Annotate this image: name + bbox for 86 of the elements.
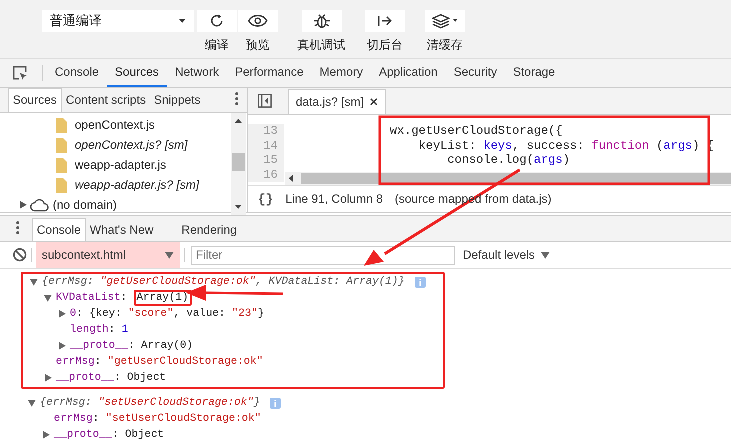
toolbar-label: 清缓存 bbox=[427, 37, 463, 54]
compile-mode-select[interactable]: 普通编译 bbox=[42, 10, 194, 32]
log-text: __proto__: Object bbox=[56, 372, 166, 384]
sidebar-toggle-icon[interactable] bbox=[258, 94, 272, 108]
expand-arrow-icon[interactable] bbox=[20, 201, 27, 209]
devtools-tab[interactable]: Application bbox=[371, 59, 446, 87]
log-text: 0: {key: "score", value: "23"} bbox=[70, 308, 264, 320]
inspect-element-icon[interactable] bbox=[13, 66, 28, 81]
expand-arrow-icon[interactable] bbox=[44, 294, 52, 302]
scroll-down-icon[interactable] bbox=[235, 205, 242, 209]
log-text: errMsg: "setUserCloudStorage:ok" bbox=[54, 413, 262, 425]
log-text: {errMsg: "getUserCloudStorage:ok", KVDataList: Array(1)} bbox=[42, 276, 405, 288]
line-number: 14 bbox=[248, 138, 284, 153]
file-name[interactable]: openContext.js bbox=[75, 118, 156, 132]
toolbar-label: 真机调试 bbox=[298, 37, 346, 54]
log-levels-select[interactable]: Default levels bbox=[463, 248, 550, 262]
file-icon bbox=[56, 138, 67, 152]
file-name[interactable]: weapp-adapter.js? [sm] bbox=[75, 178, 200, 192]
preview-button[interactable] bbox=[238, 10, 278, 32]
code-line: wx.getUserCloudStorage({ bbox=[389, 124, 563, 138]
eye-icon bbox=[248, 14, 268, 28]
drawer-tab[interactable]: Console bbox=[32, 218, 86, 241]
info-icon bbox=[414, 276, 426, 288]
navigator-tab[interactable]: Sources bbox=[8, 88, 62, 112]
toolbar-label: 预览 bbox=[246, 37, 270, 54]
clear-cache-button[interactable] bbox=[425, 10, 465, 32]
log-text: errMsg: "getUserCloudStorage:ok" bbox=[56, 356, 264, 368]
line-number: 15 bbox=[248, 153, 284, 168]
more-options-icon[interactable] bbox=[235, 92, 239, 106]
toolbar-label: 编译 bbox=[205, 37, 229, 54]
navigator-tab[interactable]: Snippets bbox=[150, 89, 205, 112]
refresh-button[interactable] bbox=[197, 10, 237, 32]
scrollbar[interactable] bbox=[231, 113, 246, 215]
pretty-print-button[interactable]: {} bbox=[258, 192, 274, 206]
drawer-tab[interactable]: Rendering bbox=[178, 219, 242, 241]
more-options-icon[interactable] bbox=[16, 221, 20, 235]
log-text: {errMsg: "setUserCloudStorage:ok"} bbox=[40, 397, 260, 409]
devtools-tab[interactable]: Memory bbox=[312, 59, 372, 87]
debug-button[interactable] bbox=[302, 10, 342, 32]
file-name[interactable]: weapp-adapter.js bbox=[75, 158, 166, 172]
navigator-tab[interactable]: Content scripts bbox=[62, 89, 150, 112]
domain-name[interactable]: (no domain) bbox=[53, 198, 118, 212]
file-icon bbox=[56, 118, 67, 132]
expand-arrow-icon[interactable] bbox=[58, 342, 66, 350]
file-icon bbox=[56, 178, 67, 192]
info-icon bbox=[270, 398, 282, 408]
line-number: 13 bbox=[248, 124, 284, 138]
filter-field[interactable]: Filter bbox=[191, 246, 455, 264]
scroll-left-icon[interactable] bbox=[289, 175, 293, 182]
refresh-icon bbox=[209, 13, 225, 29]
devtools-tab[interactable]: Performance bbox=[227, 59, 312, 87]
log-text: __proto__: Object bbox=[54, 429, 164, 441]
expand-arrow-icon[interactable] bbox=[30, 278, 38, 286]
scrollbar-thumb[interactable] bbox=[232, 153, 245, 171]
devtools-tab[interactable]: Console bbox=[47, 59, 108, 87]
context-select[interactable]: subcontext.html bbox=[36, 242, 180, 268]
line-number: 16 bbox=[248, 168, 284, 182]
log-text: KVDataList: bbox=[56, 292, 128, 304]
background-button[interactable] bbox=[365, 10, 405, 32]
layers-icon bbox=[432, 13, 458, 29]
scroll-up-icon[interactable] bbox=[235, 119, 242, 123]
file-name[interactable]: openContext.js? [sm] bbox=[75, 138, 188, 152]
devtools-tab[interactable]: Storage bbox=[505, 59, 564, 87]
caret-icon bbox=[541, 252, 550, 258]
cursor-position: Line 91, Column 8 bbox=[286, 192, 384, 206]
bug-icon bbox=[312, 12, 330, 30]
devtools-tab[interactable]: Security bbox=[446, 59, 506, 87]
devtools-tab[interactable]: Network bbox=[167, 59, 228, 87]
caret-icon bbox=[165, 252, 174, 258]
caret-icon bbox=[179, 19, 186, 23]
file-icon bbox=[56, 158, 67, 172]
editor-tab[interactable]: data.js? [sm] bbox=[288, 89, 386, 114]
code-line: console.log(args) bbox=[446, 153, 570, 168]
expand-arrow-icon[interactable] bbox=[58, 310, 66, 318]
highlighted-value: Array(1) bbox=[134, 290, 192, 306]
expand-arrow-icon[interactable] bbox=[28, 399, 36, 407]
toolbar-label: 切后台 bbox=[367, 37, 403, 54]
clear-console-icon[interactable] bbox=[13, 248, 27, 262]
drawer-tab[interactable]: What's New bbox=[86, 219, 158, 241]
log-text: __proto__: Array(0) bbox=[70, 340, 194, 352]
cloud-icon bbox=[30, 198, 50, 212]
expand-arrow-icon[interactable] bbox=[44, 374, 52, 382]
expand-arrow-icon[interactable] bbox=[42, 431, 50, 439]
close-icon[interactable] bbox=[370, 98, 378, 106]
arrow-bar-icon bbox=[377, 14, 393, 28]
log-text: length: 1 bbox=[70, 324, 128, 336]
